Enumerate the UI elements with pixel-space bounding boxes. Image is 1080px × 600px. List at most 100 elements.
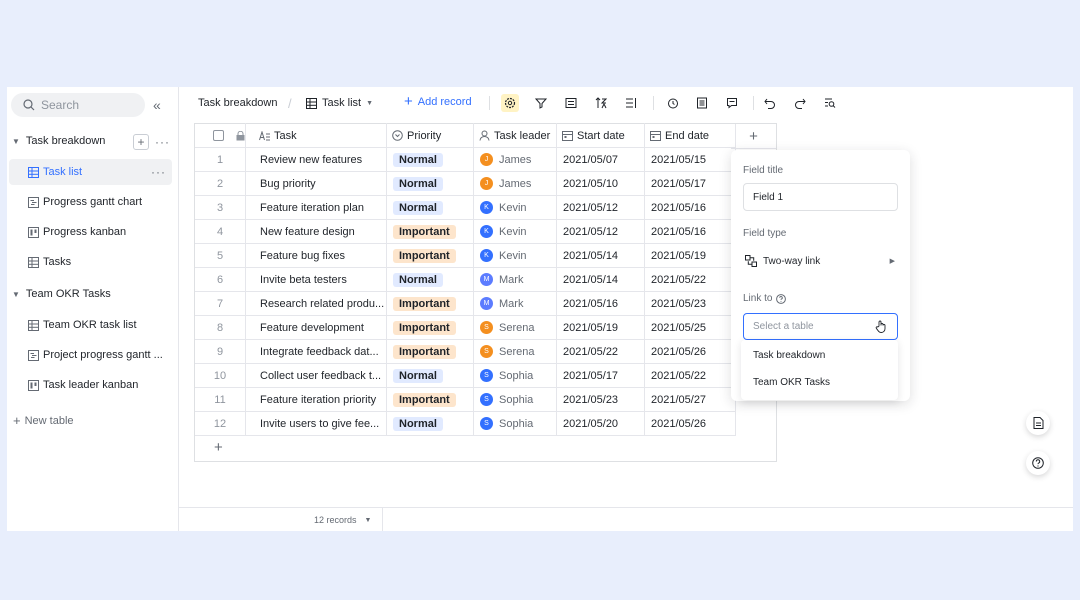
help-button[interactable]	[1026, 451, 1050, 475]
search-icon[interactable]	[821, 94, 839, 112]
start-date-cell[interactable]: 2021/05/16	[556, 291, 645, 316]
priority-cell[interactable]: Important	[386, 387, 474, 412]
search-input[interactable]	[41, 98, 131, 112]
priority-cell[interactable]: Important	[386, 315, 474, 340]
table-row[interactable]: 12 Invite users to give fee... Normal S Soph…	[195, 411, 736, 436]
breadcrumb[interactable]: Task breakdown	[198, 97, 278, 109]
priority-cell[interactable]: Important	[386, 219, 474, 244]
task-leader-cell[interactable]: S Sophia	[473, 363, 557, 388]
priority-cell[interactable]: Normal	[386, 171, 474, 196]
end-date-cell[interactable]: 2021/05/22	[644, 267, 736, 292]
start-date-cell[interactable]: 2021/05/07	[556, 147, 645, 172]
notes-button[interactable]	[1026, 411, 1050, 435]
option-team-okr-tasks[interactable]: Team OKR Tasks	[753, 377, 830, 388]
task-leader-cell[interactable]: K Kevin	[473, 195, 557, 220]
view-switcher[interactable]: Task list ▼	[306, 97, 373, 109]
task-cell[interactable]: Invite users to give fee...	[245, 411, 387, 436]
filter-icon[interactable]	[532, 94, 550, 112]
task-cell[interactable]: Feature bug fixes	[245, 243, 387, 268]
new-table-button[interactable]: + New table	[13, 413, 74, 428]
sidebar-item-progress-kanban[interactable]: Progress kanban	[9, 219, 172, 245]
sidebar-item-project-progress-gantt[interactable]: Project progress gantt ...	[9, 342, 172, 368]
caret-down-icon[interactable]: ▼	[12, 137, 20, 146]
end-date-cell[interactable]: 2021/05/27	[644, 387, 736, 412]
table-row[interactable]: 5 Feature bug fixes Important K Kevin 2021/05…	[195, 243, 736, 268]
table-select[interactable]: Select a table	[743, 313, 898, 340]
task-cell[interactable]: Invite beta testers	[245, 267, 387, 292]
priority-cell[interactable]: Normal	[386, 411, 474, 436]
start-date-cell[interactable]: 2021/05/23	[556, 387, 645, 412]
start-date-cell[interactable]: 2021/05/20	[556, 411, 645, 436]
task-leader-cell[interactable]: J James	[473, 147, 557, 172]
task-leader-cell[interactable]: S Serena	[473, 339, 557, 364]
start-date-cell[interactable]: 2021/05/22	[556, 339, 645, 364]
help-icon[interactable]	[776, 293, 787, 304]
sidebar-item-task-list[interactable]: Task list ···	[9, 159, 172, 185]
start-date-cell[interactable]: 2021/05/14	[556, 267, 645, 292]
start-date-cell[interactable]: 2021/05/14	[556, 243, 645, 268]
end-date-cell[interactable]: 2021/05/19	[644, 243, 736, 268]
priority-cell[interactable]: Normal	[386, 267, 474, 292]
table-row[interactable]: 11 Feature iteration priority Important S So…	[195, 387, 736, 412]
end-date-cell[interactable]: 2021/05/26	[644, 411, 736, 436]
column-header-task-leader[interactable]: Task leader	[473, 123, 557, 148]
more-icon[interactable]: ···	[151, 165, 166, 179]
sidebar-item-team-okr-task-list[interactable]: Team OKR task list	[9, 312, 172, 338]
end-date-cell[interactable]: 2021/05/23	[644, 291, 736, 316]
priority-cell[interactable]: Normal	[386, 147, 474, 172]
task-cell[interactable]: Feature development	[245, 315, 387, 340]
task-leader-cell[interactable]: M Mark	[473, 291, 557, 316]
task-cell[interactable]: Feature iteration priority	[245, 387, 387, 412]
end-date-cell[interactable]: 2021/05/22	[644, 363, 736, 388]
table-row[interactable]: 7 Research related produ... Important M Mark…	[195, 291, 736, 316]
start-date-cell[interactable]: 2021/05/10	[556, 171, 645, 196]
table-row[interactable]: 9 Integrate feedback dat... Important S Sere…	[195, 339, 736, 364]
start-date-cell[interactable]: 2021/05/12	[556, 219, 645, 244]
task-leader-cell[interactable]: K Kevin	[473, 243, 557, 268]
priority-cell[interactable]: Normal	[386, 195, 474, 220]
task-leader-cell[interactable]: S Sophia	[473, 387, 557, 412]
end-date-cell[interactable]: 2021/05/15	[644, 147, 736, 172]
column-header-priority[interactable]: Priority	[386, 123, 474, 148]
field-type-select[interactable]: Two-way link ▶	[745, 255, 895, 267]
caret-down-icon[interactable]: ▼	[12, 290, 20, 299]
column-header-start-date[interactable]: Start date	[556, 123, 645, 148]
field-title-input[interactable]: Field 1	[743, 183, 898, 211]
start-date-cell[interactable]: 2021/05/12	[556, 195, 645, 220]
table-row[interactable]: 4 New feature design Important K Kevin 2021/0…	[195, 219, 736, 244]
sidebar-item-tasks[interactable]: Tasks	[9, 249, 172, 275]
table-row[interactable]: 10 Collect user feedback t... Normal S Sophi…	[195, 363, 736, 388]
group-icon[interactable]	[562, 94, 580, 112]
redo-icon[interactable]	[791, 94, 809, 112]
task-cell[interactable]: Review new features	[245, 147, 387, 172]
undo-icon[interactable]	[761, 94, 779, 112]
table-row[interactable]: 1 Review new features Normal J James 2021/05/…	[195, 147, 736, 172]
task-cell[interactable]: Research related produ...	[245, 291, 387, 316]
sidebar-search[interactable]	[11, 93, 145, 117]
end-date-cell[interactable]: 2021/05/17	[644, 171, 736, 196]
form-icon[interactable]	[693, 94, 711, 112]
add-field-button[interactable]: +	[731, 123, 776, 149]
priority-cell[interactable]: Normal	[386, 363, 474, 388]
end-date-cell[interactable]: 2021/05/16	[644, 195, 736, 220]
settings-icon[interactable]	[501, 94, 519, 112]
comment-icon[interactable]	[723, 94, 741, 112]
sidebar-group-team-okr[interactable]: ▼ Team OKR Tasks	[12, 284, 111, 304]
end-date-cell[interactable]: 2021/05/26	[644, 339, 736, 364]
select-all-header[interactable]	[195, 123, 246, 148]
sidebar-group-task-breakdown[interactable]: ▼ Task breakdown	[12, 131, 105, 151]
more-icon[interactable]: ···	[155, 135, 170, 149]
task-cell[interactable]: Collect user feedback t...	[245, 363, 387, 388]
sidebar-item-task-leader-kanban[interactable]: Task leader kanban	[9, 372, 172, 398]
task-leader-cell[interactable]: J James	[473, 171, 557, 196]
table-row[interactable]: 3 Feature iteration plan Normal K Kevin 2021/…	[195, 195, 736, 220]
checkbox[interactable]	[213, 130, 224, 141]
start-date-cell[interactable]: 2021/05/19	[556, 315, 645, 340]
column-header-task[interactable]: Task	[245, 123, 387, 148]
row-height-icon[interactable]	[622, 94, 640, 112]
record-count[interactable]: 12 records ▼	[314, 515, 371, 525]
end-date-cell[interactable]: 2021/05/16	[644, 219, 736, 244]
sidebar-item-progress-gantt[interactable]: Progress gantt chart	[9, 189, 172, 215]
table-row[interactable]: 6 Invite beta testers Normal M Mark 2021/05/1…	[195, 267, 736, 292]
task-leader-cell[interactable]: S Sophia	[473, 411, 557, 436]
